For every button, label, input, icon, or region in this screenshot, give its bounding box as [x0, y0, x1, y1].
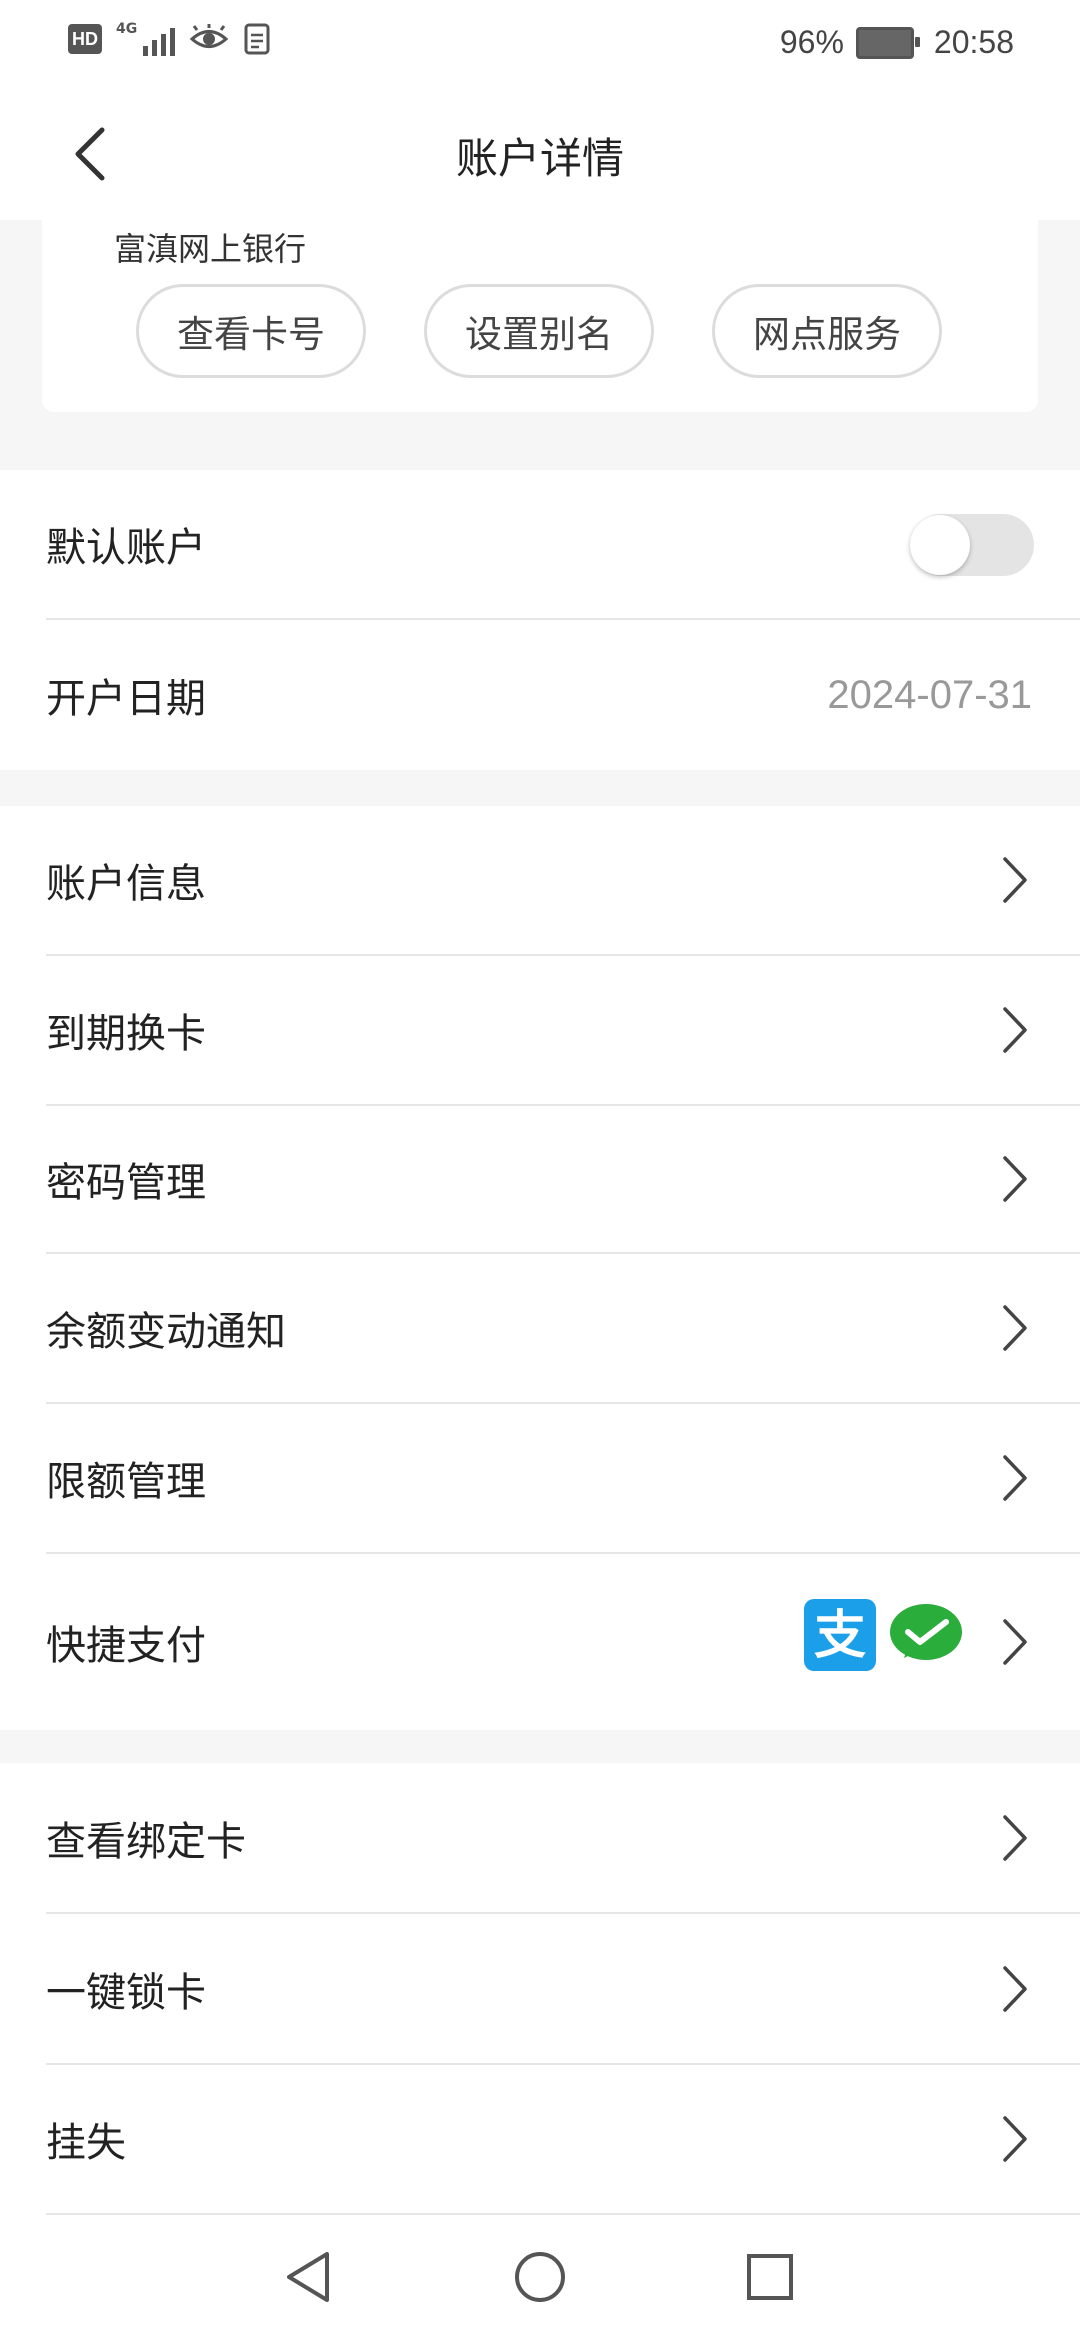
alipay-glyph: 支 — [814, 1606, 866, 1666]
open-date-row: 开户日期 2024-07-31 — [46, 620, 1080, 770]
nav-back-button[interactable] — [278, 2247, 338, 2307]
document-icon — [244, 23, 270, 55]
recents-square-icon — [747, 2254, 793, 2300]
list-item-balance-notification[interactable]: 余额变动通知 — [46, 1254, 1080, 1404]
back-triangle-icon — [287, 2252, 329, 2302]
branch-service-button[interactable]: 网点服务 — [712, 284, 942, 378]
page-title: 账户详情 — [455, 133, 624, 183]
toggle-knob — [910, 515, 970, 575]
bank-name: 富滇网上银行 — [114, 230, 307, 268]
network-type: 4G — [116, 21, 138, 37]
status-icons-right: 96% 20:58 — [780, 24, 1014, 61]
nav-recents-button[interactable] — [740, 2247, 800, 2307]
list-item-report-loss[interactable]: 挂失 — [46, 2065, 1080, 2215]
alipay-icon: 支 — [804, 1599, 876, 1671]
list-item-password-management[interactable]: 密码管理 — [46, 1106, 1080, 1254]
default-account-label: 默认账户 — [46, 525, 206, 571]
status-icons-left: HD 4G — [68, 22, 271, 56]
list-item-quick-pay[interactable]: 快捷支付 支 — [46, 1554, 1080, 1730]
quick-pay-icons: 支 — [804, 1599, 964, 1671]
list-item-label: 余额变动通知 — [46, 1309, 286, 1355]
account-services-section: 账户信息 到期换卡 密码管理 余额变动通知 限额管理 快捷支付 支 — [0, 806, 1080, 1730]
open-date-label: 开户日期 — [46, 676, 206, 722]
home-circle-icon — [515, 2252, 565, 2302]
hd-badge: HD — [68, 24, 102, 54]
chevron-right-icon — [1003, 1965, 1027, 2012]
status-bar: HD 4G 96% 20:58 — [0, 0, 1080, 90]
list-item-label: 账户信息 — [46, 861, 206, 907]
list-item-label: 查看绑定卡 — [46, 1818, 246, 1865]
system-nav-bar — [0, 2215, 1080, 2340]
list-item-label: 到期换卡 — [46, 1011, 206, 1057]
clock: 20:58 — [933, 24, 1014, 60]
view-card-number-button[interactable]: 查看卡号 — [136, 284, 366, 378]
chevron-right-icon — [1003, 1156, 1027, 1202]
wechat-pay-icon — [890, 1604, 962, 1660]
list-item-label: 挂失 — [46, 2120, 126, 2166]
chevron-right-icon — [1003, 1007, 1027, 1053]
chevron-right-icon — [1003, 1619, 1027, 1665]
app-header: 账户详情 — [0, 90, 1080, 220]
signal-icon: 4G — [116, 21, 176, 56]
chevron-right-icon — [1003, 1305, 1027, 1351]
list-item-card-renewal[interactable]: 到期换卡 — [46, 956, 1080, 1106]
list-item-view-bound-cards[interactable]: 查看绑定卡 — [46, 1763, 1080, 1914]
battery-percent: 96% — [779, 24, 844, 60]
chevron-right-icon — [1003, 857, 1027, 903]
list-item-label: 快捷支付 — [46, 1623, 206, 1669]
default-account-row: 默认账户 — [46, 470, 1080, 620]
account-settings-section: 默认账户 开户日期 2024-07-31 — [0, 470, 1080, 770]
list-item-label: 一键锁卡 — [46, 1969, 206, 2016]
list-item-one-click-lock[interactable]: 一键锁卡 — [46, 1914, 1080, 2065]
chevron-right-icon — [1003, 2116, 1027, 2162]
default-account-toggle[interactable] — [910, 514, 1034, 576]
chevron-right-icon — [1003, 1814, 1027, 1861]
list-item-limit-management[interactable]: 限额管理 — [46, 1404, 1080, 1554]
nav-home-button[interactable] — [510, 2247, 570, 2307]
eye-icon — [189, 24, 229, 48]
account-card: 富滇网上银行 查看卡号 设置别名 网点服务 — [42, 220, 1038, 412]
battery-icon — [855, 26, 920, 59]
back-button[interactable] — [60, 124, 120, 184]
set-alias-button[interactable]: 设置别名 — [424, 284, 654, 378]
open-date-value: 2024-07-31 — [827, 672, 1032, 717]
list-item-label: 限额管理 — [46, 1459, 206, 1505]
chevron-right-icon — [1003, 1455, 1027, 1501]
card-security-section: 查看绑定卡 一键锁卡 挂失 — [0, 1763, 1080, 2215]
list-item-account-info[interactable]: 账户信息 — [46, 806, 1080, 956]
chevron-left-icon — [75, 127, 105, 181]
list-item-label: 密码管理 — [46, 1160, 206, 1206]
